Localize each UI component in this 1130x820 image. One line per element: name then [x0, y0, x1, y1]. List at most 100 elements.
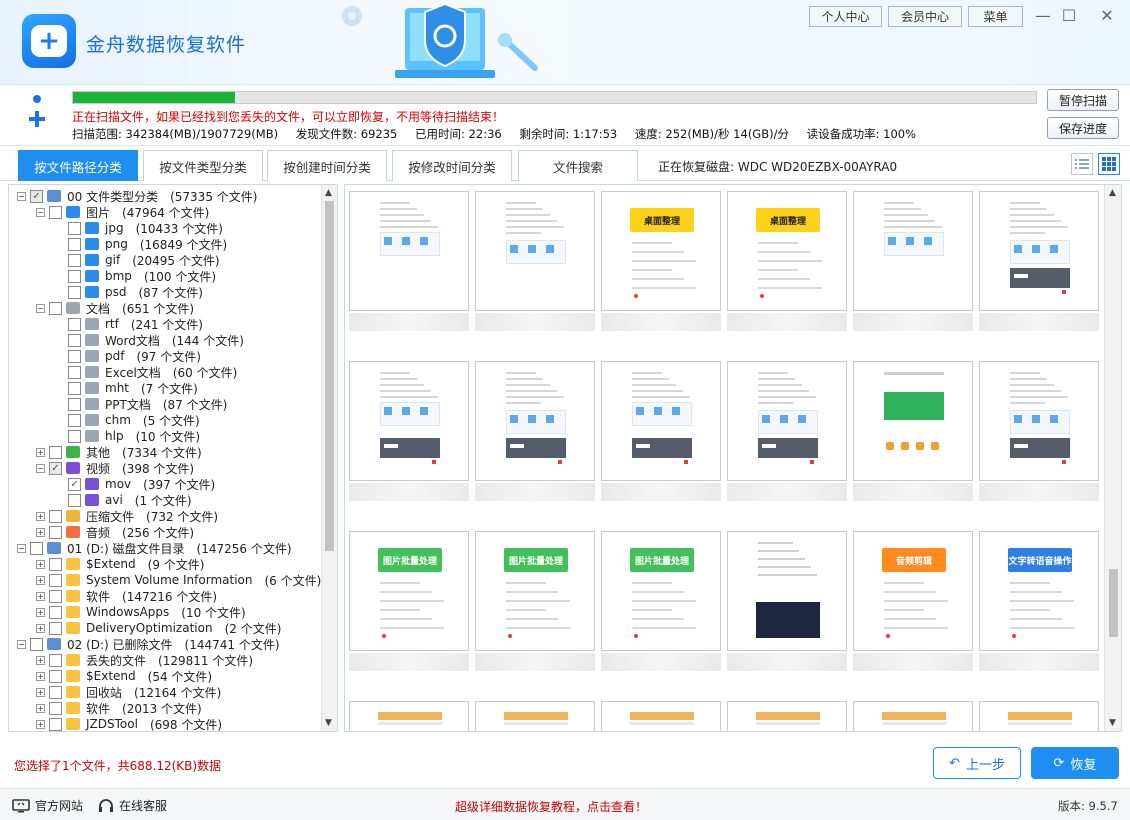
- tree-checkbox[interactable]: [49, 573, 62, 587]
- file-thumbnail[interactable]: [979, 361, 1099, 503]
- file-thumbnail[interactable]: [853, 191, 973, 333]
- tree-checkbox[interactable]: [49, 445, 62, 459]
- tree-node[interactable]: + System Volume Information (6 个文件): [36, 572, 321, 588]
- tree-checkbox[interactable]: [68, 221, 81, 235]
- file-thumbnail[interactable]: 桌面整理: [727, 191, 847, 333]
- tree-checkbox[interactable]: [49, 701, 62, 715]
- tree-node[interactable]: ✓ mov (397 个文件): [55, 476, 215, 492]
- tree-checkbox[interactable]: [68, 237, 81, 251]
- save-progress-button[interactable]: 保存进度: [1047, 117, 1119, 139]
- expand-icon[interactable]: +: [36, 447, 45, 457]
- file-thumbnail[interactable]: [349, 191, 469, 333]
- tree-checkbox[interactable]: [68, 285, 81, 299]
- tree-checkbox[interactable]: [30, 637, 43, 651]
- file-thumbnail[interactable]: 图片批量处理: [601, 531, 721, 673]
- file-tree[interactable]: ▲ ▼ − ✓ 00 文件类型分类 (57335 个文件) − 图片 (47964 个文件)…: [8, 184, 338, 732]
- tab-by-path[interactable]: 按文件路径分类: [18, 150, 138, 181]
- file-thumbnail[interactable]: 桌面整理: [601, 191, 721, 333]
- recover-button[interactable]: ⟳ 恢复: [1031, 747, 1119, 779]
- tree-node[interactable]: bmp (100 个文件): [55, 268, 216, 284]
- tree-checkbox[interactable]: [30, 541, 43, 555]
- tree-checkbox[interactable]: [68, 429, 81, 443]
- tree-node[interactable]: + DeliveryOptimization (2 个文件): [36, 620, 281, 636]
- tree-node[interactable]: Excel文档 (60 个文件): [55, 364, 237, 380]
- tree-node[interactable]: + 音频 (256 个文件): [36, 524, 194, 540]
- file-thumbnail[interactable]: [979, 701, 1099, 731]
- tree-node[interactable]: − ✓ 视频 (398 个文件): [36, 460, 194, 476]
- tree-node[interactable]: − 02 (D:) 已删除文件 (144741 个文件): [17, 636, 280, 652]
- tree-node[interactable]: jpg (10433 个文件): [55, 220, 223, 236]
- tree-checkbox[interactable]: [49, 525, 62, 539]
- expand-icon[interactable]: +: [36, 575, 45, 585]
- thumbnail-view-icon[interactable]: [1098, 153, 1120, 175]
- grid-scroll-thumb[interactable]: [1109, 569, 1118, 637]
- tree-node[interactable]: hlp (10 个文件): [55, 428, 200, 444]
- personal-center-button[interactable]: 个人中心: [809, 6, 882, 27]
- collapse-icon[interactable]: −: [17, 191, 26, 201]
- tree-checkbox[interactable]: [68, 493, 81, 507]
- collapse-icon[interactable]: −: [17, 543, 26, 553]
- collapse-icon[interactable]: −: [17, 639, 26, 649]
- thumbnail-grid[interactable]: ▲ ▼ 桌面整理 桌面整理 图片批量处理 图片批量处理 图片批量处理 音频剪辑 文字转语音操…: [344, 184, 1122, 732]
- collapse-icon[interactable]: −: [36, 207, 45, 217]
- tree-checkbox[interactable]: [68, 397, 81, 411]
- tree-node[interactable]: + $Extend (54 个文件): [36, 668, 212, 684]
- tree-scroll-thumb[interactable]: [325, 201, 334, 551]
- tree-node[interactable]: + 软件 (147216 个文件): [36, 588, 217, 604]
- online-service-link[interactable]: 在线客服: [98, 797, 167, 814]
- file-thumbnail[interactable]: [727, 701, 847, 731]
- file-thumbnail[interactable]: [979, 191, 1099, 333]
- scroll-up-icon[interactable]: ▲: [1109, 188, 1116, 198]
- tree-node[interactable]: chm (5 个文件): [55, 412, 200, 428]
- file-thumbnail[interactable]: 音频剪辑: [853, 531, 973, 673]
- maximize-icon[interactable]: ☐: [1058, 4, 1080, 26]
- tree-node[interactable]: + WindowsApps (10 个文件): [36, 604, 246, 620]
- scroll-down-icon[interactable]: ▼: [325, 718, 332, 728]
- scroll-down-icon[interactable]: ▼: [1109, 718, 1116, 728]
- file-thumbnail[interactable]: [475, 361, 595, 503]
- tree-node[interactable]: + 回收站 (12164 个文件): [36, 684, 221, 700]
- tab-by-type[interactable]: 按文件类型分类: [143, 150, 263, 181]
- tab-file-search[interactable]: 文件搜索: [518, 150, 638, 181]
- tree-checkbox[interactable]: [49, 557, 62, 571]
- tree-checkbox[interactable]: [49, 669, 62, 683]
- previous-step-button[interactable]: ↶ 上一步: [933, 747, 1021, 779]
- file-thumbnail[interactable]: [853, 701, 973, 731]
- tree-node[interactable]: + 压缩文件 (732 个文件): [36, 508, 218, 524]
- tree-checkbox[interactable]: [49, 621, 62, 635]
- tree-node[interactable]: + 软件 (2013 个文件): [36, 700, 202, 716]
- expand-icon[interactable]: +: [36, 719, 45, 729]
- tree-checkbox[interactable]: [68, 381, 81, 395]
- file-thumbnail[interactable]: 图片批量处理: [349, 531, 469, 673]
- tree-node[interactable]: mht (7 个文件): [55, 380, 198, 396]
- tree-checkbox[interactable]: ✓: [68, 477, 81, 491]
- menu-button[interactable]: 菜单: [968, 6, 1023, 27]
- file-thumbnail[interactable]: 图片批量处理: [475, 531, 595, 673]
- pause-scan-button[interactable]: 暂停扫描: [1047, 89, 1119, 111]
- tree-checkbox[interactable]: [68, 253, 81, 267]
- tree-checkbox[interactable]: [49, 653, 62, 667]
- collapse-icon[interactable]: −: [36, 463, 45, 473]
- expand-icon[interactable]: +: [36, 687, 45, 697]
- official-website-link[interactable]: 官方网站: [12, 797, 83, 814]
- tree-node[interactable]: rtf (241 个文件): [55, 316, 203, 332]
- tree-node[interactable]: png (16849 个文件): [55, 236, 227, 252]
- tab-by-modified[interactable]: 按修改时间分类: [392, 150, 512, 181]
- expand-icon[interactable]: +: [36, 527, 45, 537]
- file-thumbnail[interactable]: [475, 191, 595, 333]
- tree-node[interactable]: + $Extend (9 个文件): [36, 556, 204, 572]
- tree-checkbox[interactable]: [68, 413, 81, 427]
- tree-checkbox[interactable]: [68, 333, 81, 347]
- file-thumbnail[interactable]: [475, 701, 595, 731]
- list-view-icon[interactable]: [1071, 153, 1093, 175]
- collapse-icon[interactable]: −: [36, 303, 45, 313]
- tree-checkbox[interactable]: [49, 205, 62, 219]
- tree-checkbox[interactable]: [49, 509, 62, 523]
- expand-icon[interactable]: +: [36, 655, 45, 665]
- tab-by-created[interactable]: 按创建时间分类: [267, 150, 387, 181]
- tree-checkbox[interactable]: [49, 589, 62, 603]
- expand-icon[interactable]: +: [36, 591, 45, 601]
- tree-node[interactable]: psd (87 个文件): [55, 284, 203, 300]
- tree-node[interactable]: PPT文档 (87 个文件): [55, 396, 227, 412]
- expand-icon[interactable]: +: [36, 511, 45, 521]
